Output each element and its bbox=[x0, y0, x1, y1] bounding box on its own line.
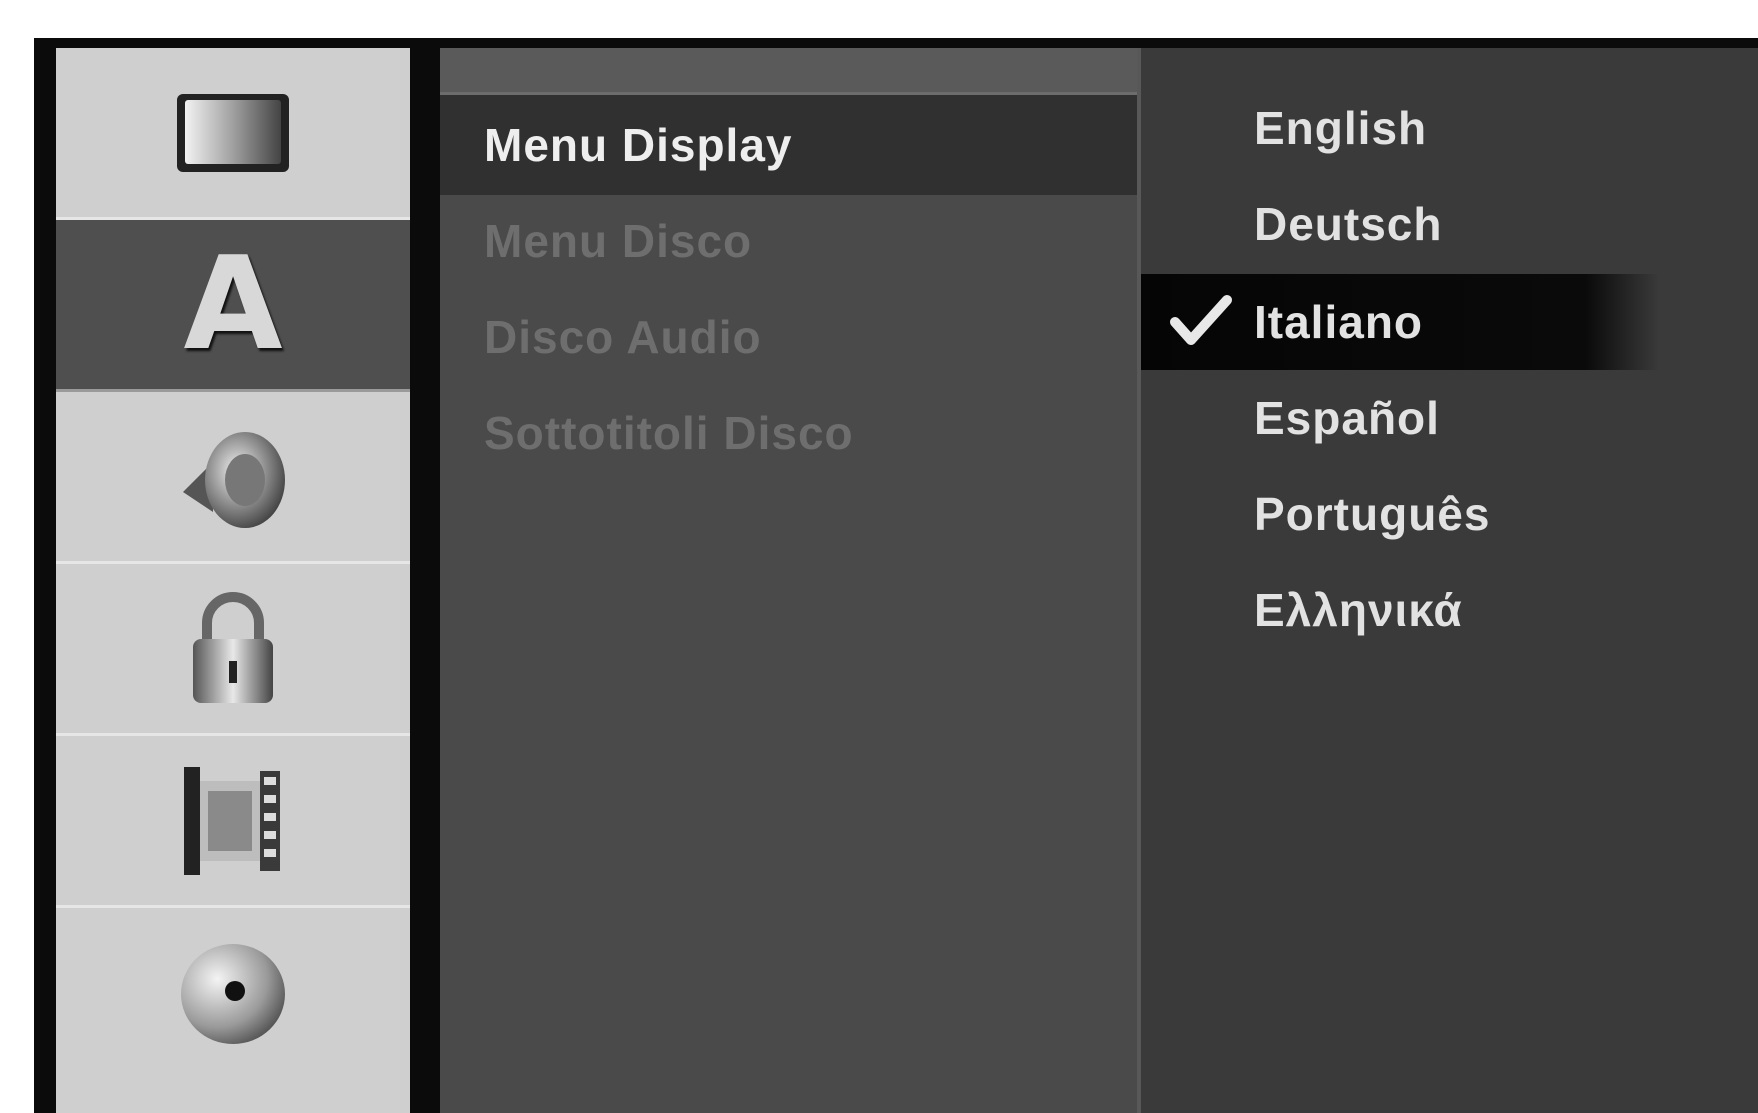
sidebar-item-display[interactable] bbox=[56, 48, 410, 220]
tv-screen-icon bbox=[173, 88, 293, 178]
menu-item-sottotitoli-disco[interactable]: Sottotitoli Disco bbox=[440, 383, 1137, 483]
option-deutsch[interactable]: Deutsch bbox=[1141, 176, 1758, 272]
speaker-icon bbox=[173, 422, 293, 532]
checkmark-icon bbox=[1169, 294, 1233, 350]
option-label: Italiano bbox=[1254, 296, 1424, 348]
option-italiano[interactable]: Italiano bbox=[1141, 274, 1758, 370]
sidebar-item-language[interactable]: A bbox=[56, 220, 410, 392]
menu-panel: Menu Display Menu Disco Disco Audio Sott… bbox=[440, 48, 1137, 1113]
disc-icon bbox=[173, 939, 293, 1049]
setup-menu-screen: A Menu Display Menu Disco Disco Audio So… bbox=[34, 38, 1758, 1113]
option-espanol[interactable]: Español bbox=[1141, 370, 1758, 466]
language-options-panel: English Deutsch Italiano Español Portugu… bbox=[1141, 48, 1758, 1113]
option-portugues[interactable]: Português bbox=[1141, 466, 1758, 562]
sidebar-item-disc[interactable] bbox=[56, 908, 410, 1080]
padlock-icon bbox=[183, 589, 283, 709]
sidebar-divider bbox=[410, 38, 440, 1113]
sidebar-item-lock[interactable] bbox=[56, 564, 410, 736]
film-strip-icon bbox=[178, 761, 288, 881]
menu-item-menu-display[interactable]: Menu Display bbox=[440, 95, 1137, 195]
option-greek[interactable]: Ελληνικά bbox=[1141, 562, 1758, 658]
menu-top-bar bbox=[440, 48, 1137, 95]
sidebar-item-recording[interactable] bbox=[56, 736, 410, 908]
category-sidebar: A bbox=[56, 48, 410, 1113]
sidebar-item-audio[interactable] bbox=[56, 392, 410, 564]
language-letter-icon: A bbox=[183, 229, 283, 379]
option-english[interactable]: English bbox=[1141, 80, 1758, 176]
menu-item-menu-disco[interactable]: Menu Disco bbox=[440, 191, 1137, 291]
menu-item-disco-audio[interactable]: Disco Audio bbox=[440, 287, 1137, 387]
